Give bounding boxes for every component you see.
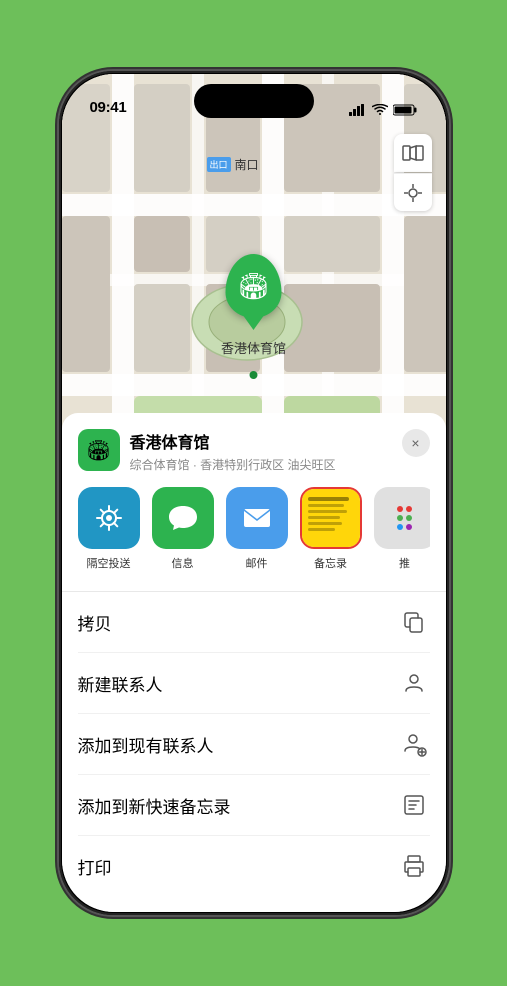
add-existing-label: 添加到现有联系人 (78, 732, 214, 757)
south-gate-label: 出口 南口 (207, 156, 259, 173)
mail-icon (239, 500, 275, 536)
copy-label: 拷贝 (78, 610, 112, 635)
venue-logo: 🏟 (78, 429, 120, 471)
phone-frame: 09:41 (59, 71, 449, 915)
airdrop-label: 隔空投送 (87, 555, 131, 571)
share-airdrop[interactable]: 隔空投送 (78, 487, 140, 571)
wifi-icon (372, 104, 388, 116)
share-more[interactable]: 推 (374, 487, 430, 571)
messages-icon-box (152, 487, 214, 549)
new-contact-label: 新建联系人 (78, 671, 163, 696)
marker-dot (249, 371, 257, 379)
venue-details: 香港体育馆 综合体育馆 · 香港特别行政区 油尖旺区 (130, 429, 336, 473)
venue-name: 香港体育馆 (130, 429, 336, 453)
venue-marker[interactable]: 🏟 香港体育馆 (221, 254, 286, 357)
add-notes-icon (398, 789, 430, 821)
share-row: 隔空投送 信息 (78, 487, 430, 575)
more-icon-box (374, 487, 430, 549)
action-add-existing[interactable]: 添加到现有联系人 (78, 714, 430, 775)
status-time: 09:41 (90, 99, 127, 116)
notes-label: 备忘录 (314, 555, 347, 571)
mail-icon-box (226, 487, 288, 549)
sheet-header: 🏟 香港体育馆 综合体育馆 · 香港特别行政区 油尖旺区 × (78, 429, 430, 473)
map-type-button[interactable] (394, 134, 432, 172)
status-icons (349, 104, 418, 116)
messages-label: 信息 (172, 555, 194, 571)
venue-subtitle: 综合体育馆 · 香港特别行政区 油尖旺区 (130, 456, 336, 473)
location-icon (403, 183, 423, 203)
notes-icon-box (300, 487, 362, 549)
location-button[interactable] (394, 173, 432, 211)
add-notes-label: 添加到新快速备忘录 (78, 793, 231, 818)
gate-badge: 出口 (207, 157, 231, 172)
action-add-notes[interactable]: 添加到新快速备忘录 (78, 775, 430, 836)
action-print[interactable]: 打印 (78, 836, 430, 896)
more-label: 推 (399, 555, 410, 571)
action-copy[interactable]: 拷贝 (78, 592, 430, 653)
print-icon (398, 850, 430, 882)
map-icon (402, 142, 424, 164)
map-controls (394, 134, 432, 211)
signal-icon (349, 104, 367, 116)
dynamic-island (194, 84, 314, 118)
phone-screen: 09:41 (62, 74, 446, 912)
share-notes[interactable]: 备忘录 (300, 487, 362, 571)
marker-pin: 🏟 (225, 254, 281, 318)
airdrop-icon-box (78, 487, 140, 549)
messages-icon (165, 500, 201, 536)
venue-name-map: 香港体育馆 (221, 338, 286, 357)
copy-icon (398, 606, 430, 638)
share-messages[interactable]: 信息 (152, 487, 214, 571)
new-contact-icon (398, 667, 430, 699)
add-existing-icon (398, 728, 430, 760)
stadium-icon: 🏟 (237, 271, 270, 302)
venue-info: 🏟 香港体育馆 综合体育馆 · 香港特别行政区 油尖旺区 (78, 429, 336, 473)
bottom-sheet: 🏟 香港体育馆 综合体育馆 · 香港特别行政区 油尖旺区 × (62, 413, 446, 912)
battery-icon (393, 104, 418, 116)
print-label: 打印 (78, 854, 112, 879)
more-dots-icon (397, 506, 412, 530)
close-button[interactable]: × (402, 429, 430, 457)
share-mail[interactable]: 邮件 (226, 487, 288, 571)
action-new-contact[interactable]: 新建联系人 (78, 653, 430, 714)
airdrop-icon (92, 501, 126, 535)
gate-text: 南口 (235, 156, 259, 173)
mail-label: 邮件 (246, 555, 268, 571)
venue-logo-icon: 🏟 (86, 438, 111, 463)
